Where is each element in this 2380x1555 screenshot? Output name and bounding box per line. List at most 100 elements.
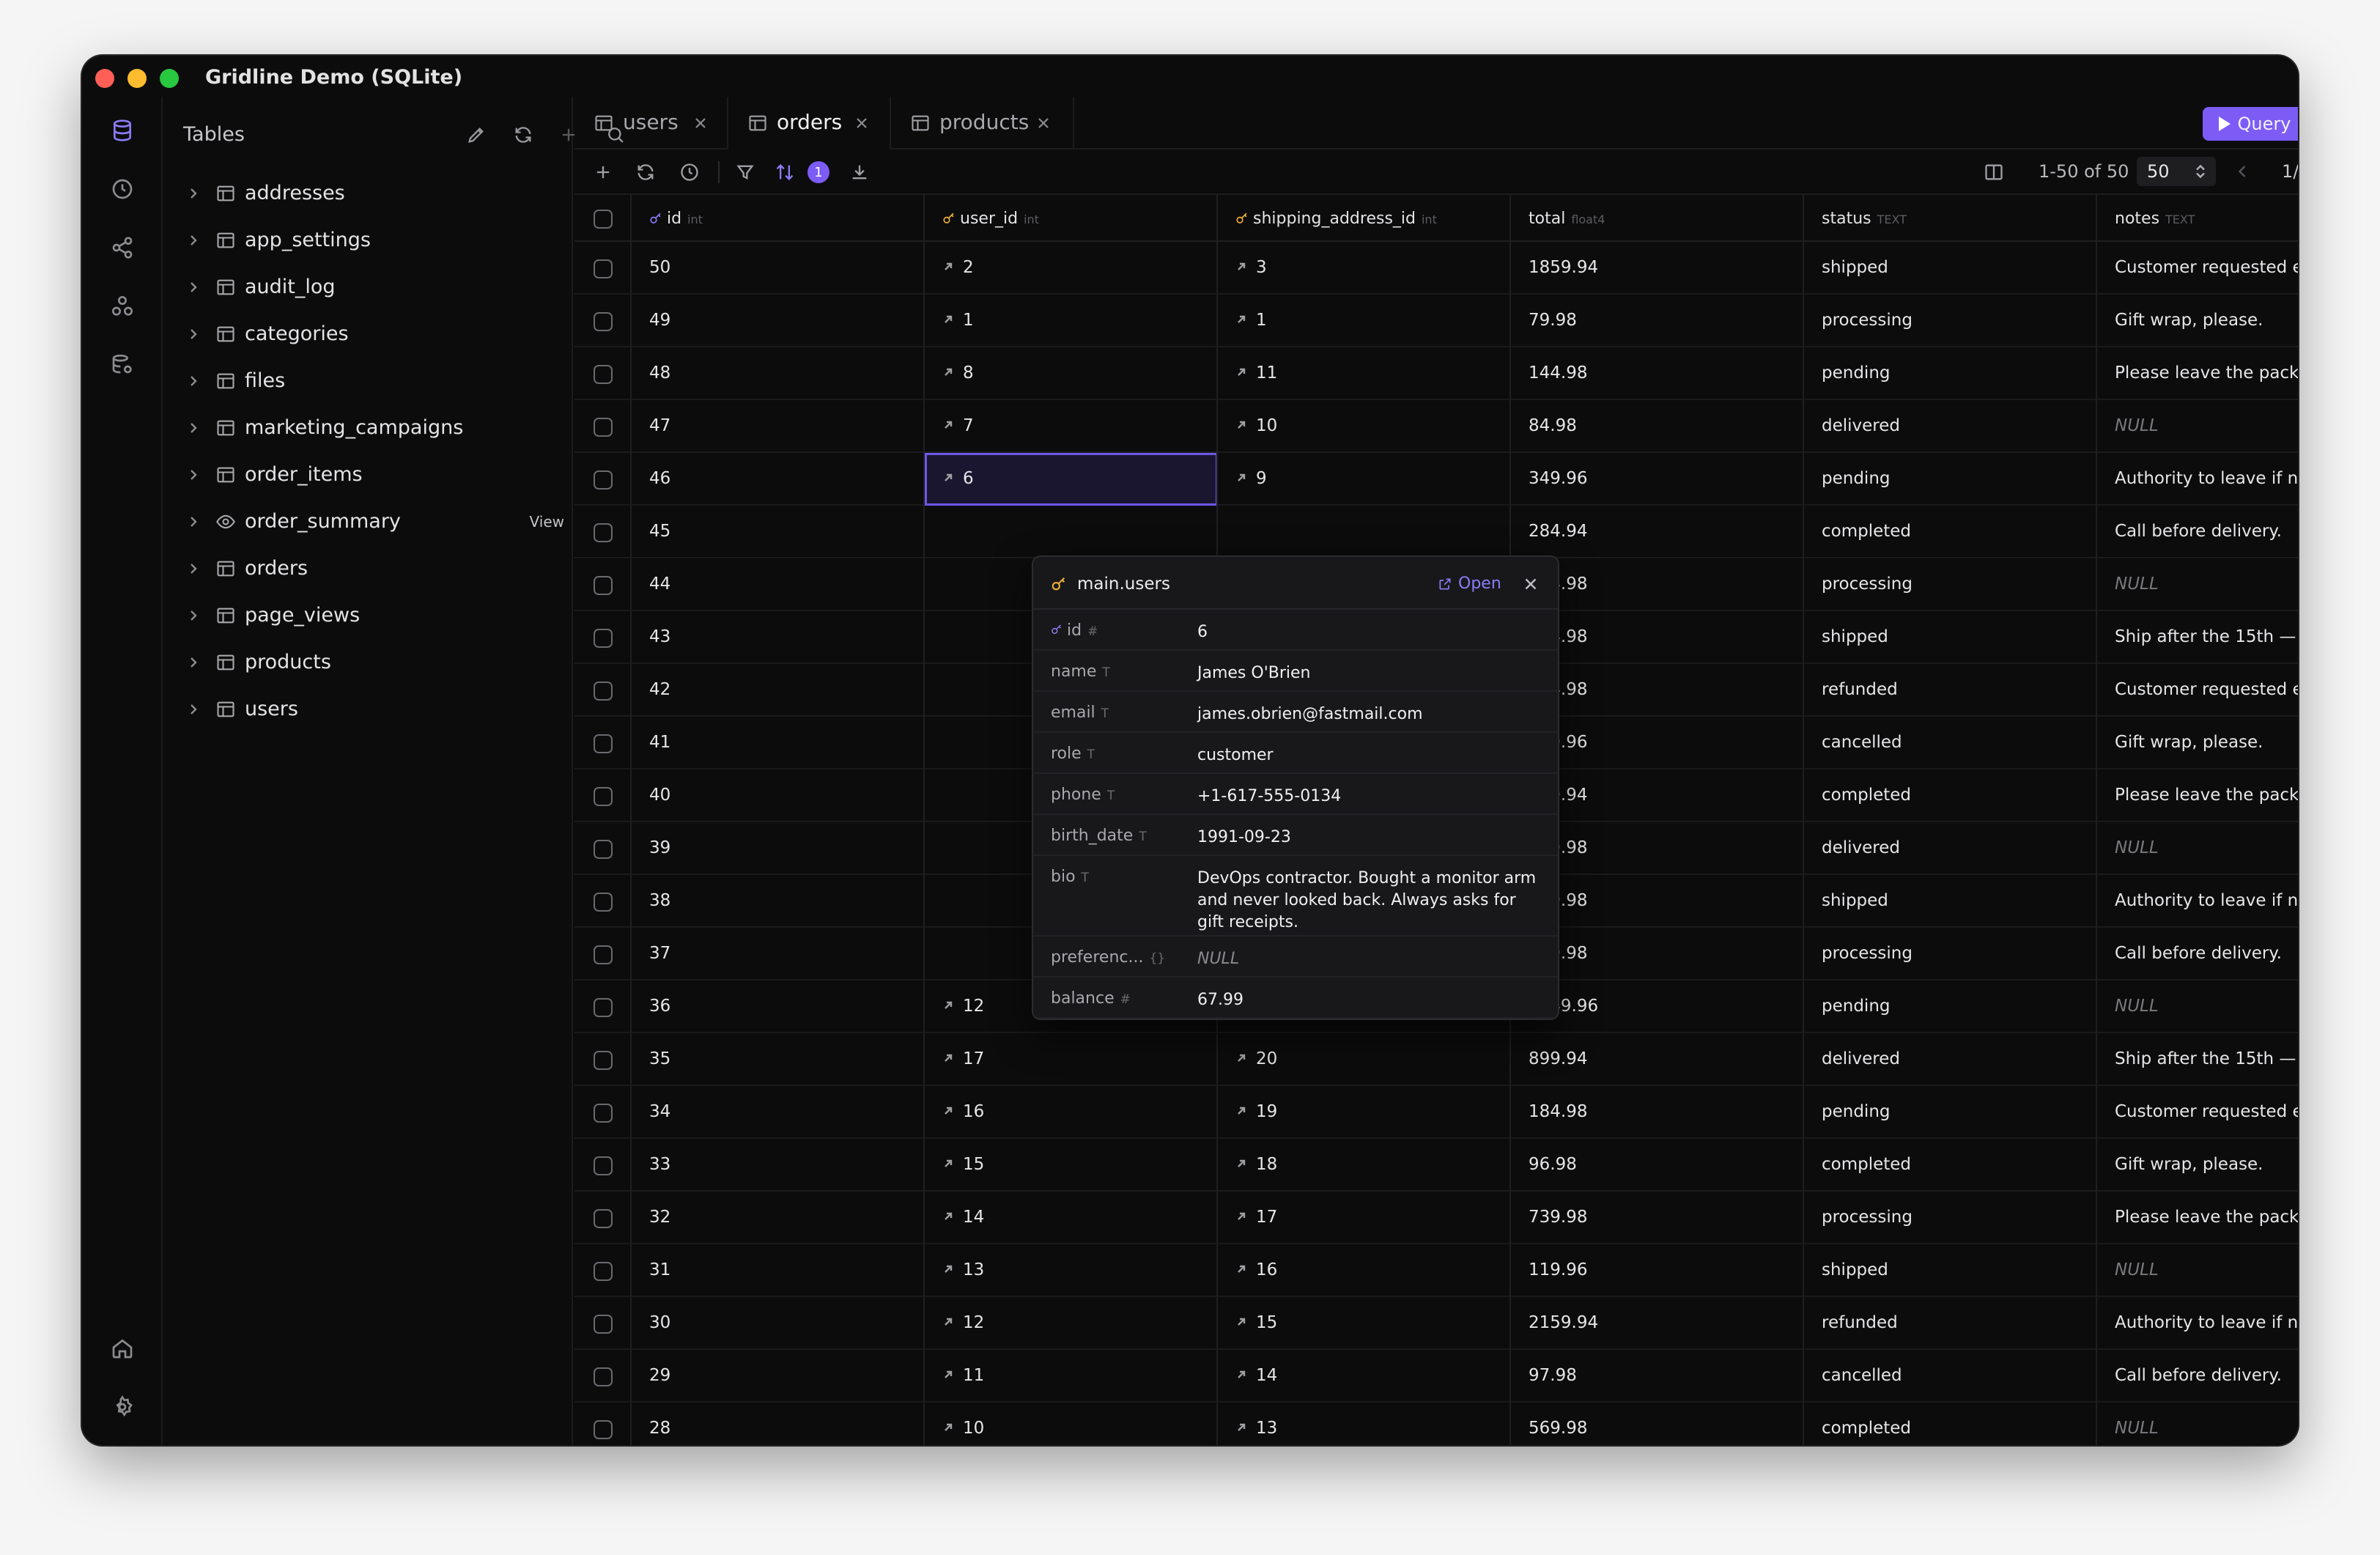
foreign-key-link-icon[interactable] <box>942 1155 954 1167</box>
close-icon[interactable] <box>1035 114 1052 132</box>
sidebar-item-users[interactable]: users <box>163 686 572 733</box>
foreign-key-link-icon[interactable] <box>1235 311 1247 323</box>
chevron-left-icon[interactable] <box>2232 161 2252 183</box>
reload-icon[interactable] <box>633 160 658 185</box>
table-row[interactable]: 29 11 14 97.98 cancelled Call before delivery… <box>574 1350 2298 1403</box>
foreign-key-link-icon[interactable] <box>1235 258 1247 270</box>
sort-icon[interactable] <box>772 160 797 185</box>
table-row[interactable]: 33 15 18 96.98 completed Gift wrap, please. <box>574 1139 2298 1192</box>
zoom-window-button[interactable] <box>160 69 179 88</box>
database-settings-icon[interactable] <box>108 350 137 380</box>
close-window-button[interactable] <box>95 69 114 88</box>
foreign-key-link-icon[interactable] <box>1235 416 1247 429</box>
foreign-key-link-icon[interactable] <box>1235 1208 1247 1220</box>
database-icon[interactable] <box>108 116 137 145</box>
column-header-status[interactable]: status TEXT <box>1804 195 2097 242</box>
foreign-key-link-icon[interactable] <box>942 311 954 323</box>
refresh-icon[interactable] <box>510 122 536 148</box>
table-row[interactable]: 49 1 1 79.98 processing Gift wrap, please. <box>574 295 2298 347</box>
foreign-key-link-icon[interactable] <box>1235 469 1247 481</box>
close-icon[interactable] <box>692 114 709 132</box>
foreign-key-link-icon[interactable] <box>942 1260 954 1273</box>
column-header-total[interactable]: total float4 <box>1511 195 1804 242</box>
tab-products[interactable]: products <box>891 97 1074 149</box>
sidebar-item-order_items[interactable]: order_items <box>163 451 572 498</box>
table-row[interactable]: 31 13 16 119.96 shipped NULL <box>574 1244 2298 1297</box>
sidebar-item-app_settings[interactable]: app_settings <box>163 217 572 264</box>
column-header-user_id[interactable]: user_id int <box>925 195 1218 242</box>
table-row[interactable]: 35 17 20 899.94 delivered Ship after the 15th… <box>574 1033 2298 1086</box>
table-row[interactable]: 30 12 15 2159.94 refunded Authority to leave … <box>574 1297 2298 1350</box>
column-header-notes[interactable]: notes TEXT <box>2097 195 2298 242</box>
foreign-key-link-icon[interactable] <box>942 416 954 429</box>
table-row[interactable]: 32 14 17 739.98 processing Please leave the p… <box>574 1192 2298 1244</box>
column-header-shipping_address_id[interactable]: shipping_address_id int <box>1218 195 1511 242</box>
chevron-right-icon[interactable] <box>185 560 202 577</box>
table-row[interactable]: 50 2 3 1859.94 shipped Customer requested ed <box>574 242 2298 295</box>
filter-icon[interactable] <box>733 160 758 185</box>
home-icon[interactable] <box>108 1334 137 1363</box>
sidebar-item-order_summary[interactable]: order_summary View <box>163 498 572 545</box>
foreign-key-link-icon[interactable] <box>942 1366 954 1378</box>
foreign-key-link-icon[interactable] <box>1235 1313 1247 1326</box>
sidebar-item-products[interactable]: products <box>163 639 572 686</box>
sidebar-item-files[interactable]: files <box>163 358 572 405</box>
table-row[interactable]: 46 6 9 349.96 pending Authority to leave if n… <box>574 453 2298 506</box>
foreign-key-link-icon[interactable] <box>942 469 954 481</box>
foreign-key-link-icon[interactable] <box>1235 1102 1247 1115</box>
download-icon[interactable] <box>847 160 872 185</box>
foreign-key-link-icon[interactable] <box>1235 1049 1247 1062</box>
add-row-icon[interactable] <box>591 160 616 185</box>
table-row[interactable]: 34 16 19 184.98 pending Customer requested ed <box>574 1086 2298 1139</box>
foreign-key-link-icon[interactable] <box>942 1313 954 1326</box>
tab-orders[interactable]: orders <box>728 97 891 149</box>
table-row[interactable]: 28 10 13 569.98 completed NULL <box>574 1403 2298 1445</box>
sidebar-item-orders[interactable]: orders <box>163 545 572 592</box>
foreign-key-link-icon[interactable] <box>1235 1260 1247 1273</box>
sidebar-item-audit_log[interactable]: audit_log <box>163 264 572 311</box>
table-row[interactable]: 47 7 10 84.98 delivered NULL <box>574 400 2298 453</box>
tab-users[interactable]: users <box>574 97 728 149</box>
chevron-right-icon[interactable] <box>185 325 202 343</box>
chevron-right-icon[interactable] <box>185 278 202 296</box>
table-row[interactable]: 48 8 11 144.98 pending Please leave the packa <box>574 347 2298 400</box>
chevron-right-icon[interactable] <box>185 466 202 484</box>
foreign-key-link-icon[interactable] <box>1235 363 1247 376</box>
open-record-link[interactable]: Open <box>1438 575 1501 593</box>
sidebar-item-marketing_campaigns[interactable]: marketing_campaigns <box>163 405 572 451</box>
chevron-right-icon[interactable] <box>185 419 202 437</box>
sidebar-item-page_views[interactable]: page_views <box>163 592 572 639</box>
foreign-key-link-icon[interactable] <box>942 1208 954 1220</box>
close-icon[interactable] <box>853 114 871 132</box>
chevron-right-icon[interactable] <box>185 513 202 531</box>
history-icon[interactable] <box>108 174 137 204</box>
foreign-key-link-icon[interactable] <box>942 363 954 376</box>
query-button[interactable]: Query <box>2203 107 2298 141</box>
close-icon[interactable] <box>1521 575 1540 594</box>
foreign-key-link-icon[interactable] <box>1235 1366 1247 1378</box>
columns-icon[interactable] <box>1981 160 2006 185</box>
minimize-window-button[interactable] <box>128 69 147 88</box>
cell-user_id[interactable] <box>925 506 1218 558</box>
foreign-key-link-icon[interactable] <box>1235 1419 1247 1431</box>
foreign-key-link-icon[interactable] <box>942 1049 954 1062</box>
chevron-right-icon[interactable] <box>185 232 202 249</box>
foreign-key-link-icon[interactable] <box>942 258 954 270</box>
foreign-key-link-icon[interactable] <box>1235 1155 1247 1167</box>
foreign-key-link-icon[interactable] <box>942 1419 954 1431</box>
table-row[interactable]: 45 284.94 completed Call before delivery. <box>574 506 2298 558</box>
chevron-right-icon[interactable] <box>185 701 202 718</box>
cell-shipping_address_id[interactable] <box>1218 506 1511 558</box>
clock-icon[interactable] <box>677 160 702 185</box>
column-header-id[interactable]: id int <box>632 195 925 242</box>
chevron-right-icon[interactable] <box>185 654 202 671</box>
sidebar-item-addresses[interactable]: addresses <box>163 170 572 217</box>
foreign-key-link-icon[interactable] <box>942 997 954 1009</box>
gear-icon[interactable] <box>108 1392 137 1422</box>
chevron-right-icon[interactable] <box>185 185 202 202</box>
sidebar-item-categories[interactable]: categories <box>163 311 572 358</box>
share-icon[interactable] <box>108 233 137 262</box>
page-size-select[interactable]: 50 <box>2137 157 2216 186</box>
chevron-right-icon[interactable] <box>185 607 202 624</box>
chevron-right-icon[interactable] <box>185 372 202 390</box>
